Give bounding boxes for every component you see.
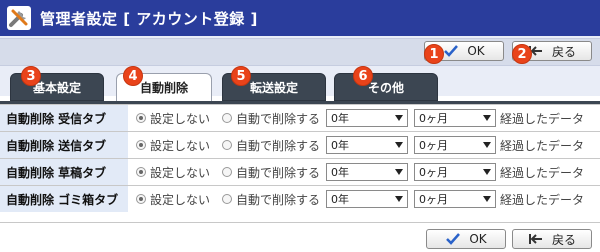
chevron-down-icon — [395, 142, 403, 148]
month-value: 0ヶ月 — [419, 139, 448, 152]
year-value: 0年 — [331, 112, 349, 125]
row-label: 自動削除 受信タブ — [0, 105, 128, 131]
tab-label: 転送設定 — [249, 80, 298, 95]
title-bar: 管理者設定 [ アカウント登録 ] — [0, 0, 600, 36]
elapsed-data-label: 経過したデータ — [500, 165, 585, 180]
badge-3: 3 — [21, 66, 41, 86]
year-select[interactable]: 0年 — [326, 109, 408, 127]
back-label: 戻る — [551, 44, 576, 59]
check-icon — [444, 45, 459, 57]
row-label: 自動削除 ゴミ箱タブ — [0, 186, 128, 212]
ok-button-bottom[interactable]: OK — [426, 229, 506, 249]
back-label: 戻る — [551, 232, 576, 247]
year-value: 0年 — [331, 166, 349, 179]
year-select[interactable]: 0年 — [326, 163, 408, 181]
year-select[interactable]: 0年 — [326, 136, 408, 154]
radio-no-setting-label: 設定しない — [150, 111, 211, 126]
chevron-down-icon — [395, 196, 403, 202]
radio-no-setting[interactable] — [136, 113, 146, 123]
tab-label: 自動削除 — [139, 81, 188, 95]
settings-row-inbox: 自動削除 受信タブ 設定しない 自動で削除する 0年 0ヶ月 経過したデータ — [0, 104, 600, 131]
settings-row-drafts: 自動削除 草稿タブ 設定しない 自動で削除する 0年 0ヶ月 経過したデータ — [0, 158, 600, 185]
page-title: 管理者設定 [ アカウント登録 ] — [40, 9, 258, 28]
elapsed-data-label: 経過したデータ — [500, 111, 585, 126]
month-select[interactable]: 0ヶ月 — [414, 190, 496, 208]
radio-auto-delete-label: 自動で削除する — [236, 192, 321, 207]
badge-2: 2 — [512, 44, 532, 64]
badge-6: 6 — [353, 66, 373, 86]
badge-5: 5 — [231, 66, 251, 86]
radio-auto-delete[interactable] — [222, 167, 232, 177]
radio-auto-delete[interactable] — [222, 194, 232, 204]
table-bottom-border — [0, 222, 600, 223]
ok-label: OK — [469, 232, 487, 246]
tab-label: 基本設定 — [32, 80, 81, 95]
row-label: 自動削除 草稿タブ — [0, 159, 128, 185]
elapsed-data-label: 経過したデータ — [500, 192, 585, 207]
month-select[interactable]: 0ヶ月 — [414, 136, 496, 154]
radio-auto-delete[interactable] — [222, 113, 232, 123]
chevron-down-icon — [483, 142, 491, 148]
radio-auto-delete[interactable] — [222, 140, 232, 150]
radio-no-setting[interactable] — [136, 194, 146, 204]
tab-other[interactable]: その他 — [334, 73, 438, 101]
chevron-down-icon — [395, 169, 403, 175]
chevron-down-icon — [483, 196, 491, 202]
badge-4: 4 — [123, 66, 143, 86]
month-value: 0ヶ月 — [419, 193, 448, 206]
month-value: 0ヶ月 — [419, 112, 448, 125]
month-value: 0ヶ月 — [419, 166, 448, 179]
year-select[interactable]: 0年 — [326, 190, 408, 208]
check-icon — [446, 233, 461, 245]
ok-label: OK — [467, 44, 485, 58]
radio-no-setting[interactable] — [136, 167, 146, 177]
chevron-down-icon — [483, 115, 491, 121]
elapsed-data-label: 経過したデータ — [500, 138, 585, 153]
chevron-down-icon — [483, 169, 491, 175]
radio-no-setting[interactable] — [136, 140, 146, 150]
year-value: 0年 — [331, 139, 349, 152]
radio-auto-delete-label: 自動で削除する — [236, 111, 321, 126]
back-button-bottom[interactable]: 戻る — [512, 229, 592, 249]
top-button-bar — [0, 38, 600, 66]
radio-no-setting-label: 設定しない — [150, 192, 211, 207]
settings-row-sent: 自動削除 送信タブ 設定しない 自動で削除する 0年 0ヶ月 経過したデータ — [0, 131, 600, 158]
settings-row-trash: 自動削除 ゴミ箱タブ 設定しない 自動で削除する 0年 0ヶ月 経過したデータ — [0, 185, 600, 212]
year-value: 0年 — [331, 193, 349, 206]
back-arrow-icon — [528, 234, 542, 244]
tab-label: その他 — [367, 80, 404, 95]
month-select[interactable]: 0ヶ月 — [414, 109, 496, 127]
tools-icon — [7, 6, 31, 30]
radio-auto-delete-label: 自動で削除する — [236, 138, 321, 153]
radio-no-setting-label: 設定しない — [150, 165, 211, 180]
chevron-down-icon — [395, 115, 403, 121]
radio-no-setting-label: 設定しない — [150, 138, 211, 153]
row-label: 自動削除 送信タブ — [0, 132, 128, 158]
badge-1: 1 — [424, 44, 444, 64]
radio-auto-delete-label: 自動で削除する — [236, 165, 321, 180]
month-select[interactable]: 0ヶ月 — [414, 163, 496, 181]
